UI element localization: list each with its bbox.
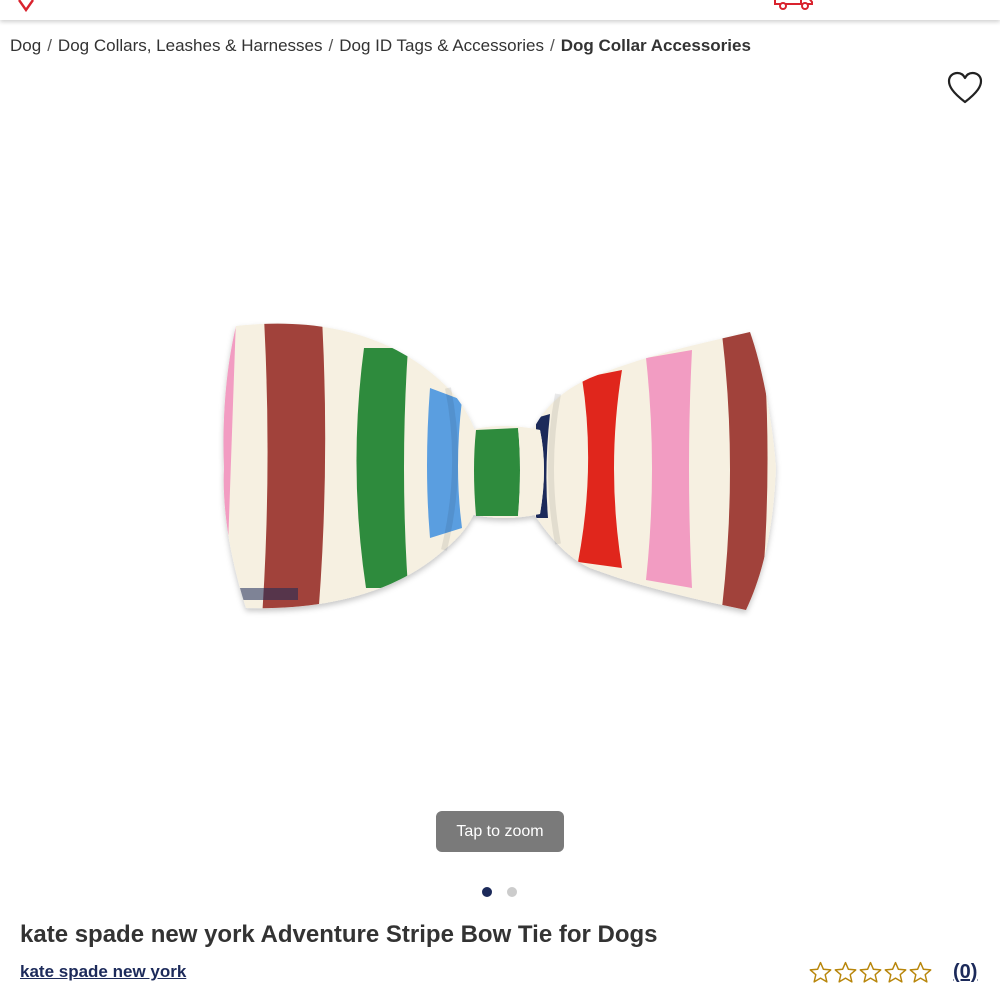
product-image[interactable] bbox=[218, 318, 788, 618]
tap-to-zoom-button[interactable]: Tap to zoom bbox=[436, 811, 564, 852]
product-title: kate spade new york Adventure Stripe Bow… bbox=[20, 921, 658, 948]
delivery-truck-icon[interactable] bbox=[772, 0, 816, 12]
logo-icon[interactable] bbox=[16, 0, 36, 12]
star-icon bbox=[859, 961, 882, 983]
breadcrumb: Dog / Dog Collars, Leashes & Harnesses /… bbox=[10, 35, 751, 57]
breadcrumb-link-id-tags[interactable]: Dog ID Tags & Accessories bbox=[339, 36, 544, 56]
carousel-dot-1[interactable] bbox=[482, 887, 492, 897]
star-icon bbox=[909, 961, 932, 983]
star-icon bbox=[834, 961, 857, 983]
add-to-favorites-button[interactable] bbox=[946, 70, 984, 106]
review-count-link[interactable]: (0) bbox=[953, 961, 977, 984]
site-header bbox=[0, 0, 1000, 20]
nav-label-fragment bbox=[888, 0, 902, 2]
product-rating[interactable]: (0) bbox=[808, 960, 977, 985]
breadcrumb-current: Dog Collar Accessories bbox=[560, 36, 751, 55]
breadcrumb-separator: / bbox=[549, 36, 555, 55]
image-carousel-dots bbox=[482, 887, 517, 897]
star-icon bbox=[884, 961, 907, 983]
breadcrumb-separator: / bbox=[47, 36, 52, 55]
breadcrumb-link-dog[interactable]: Dog bbox=[10, 36, 41, 56]
breadcrumb-link-collars[interactable]: Dog Collars, Leashes & Harnesses bbox=[58, 36, 323, 56]
carousel-dot-2[interactable] bbox=[507, 887, 517, 897]
star-icon bbox=[809, 961, 832, 983]
brand-link[interactable]: kate spade new york bbox=[20, 962, 186, 982]
breadcrumb-separator: / bbox=[328, 36, 334, 55]
heart-icon bbox=[947, 71, 983, 104]
